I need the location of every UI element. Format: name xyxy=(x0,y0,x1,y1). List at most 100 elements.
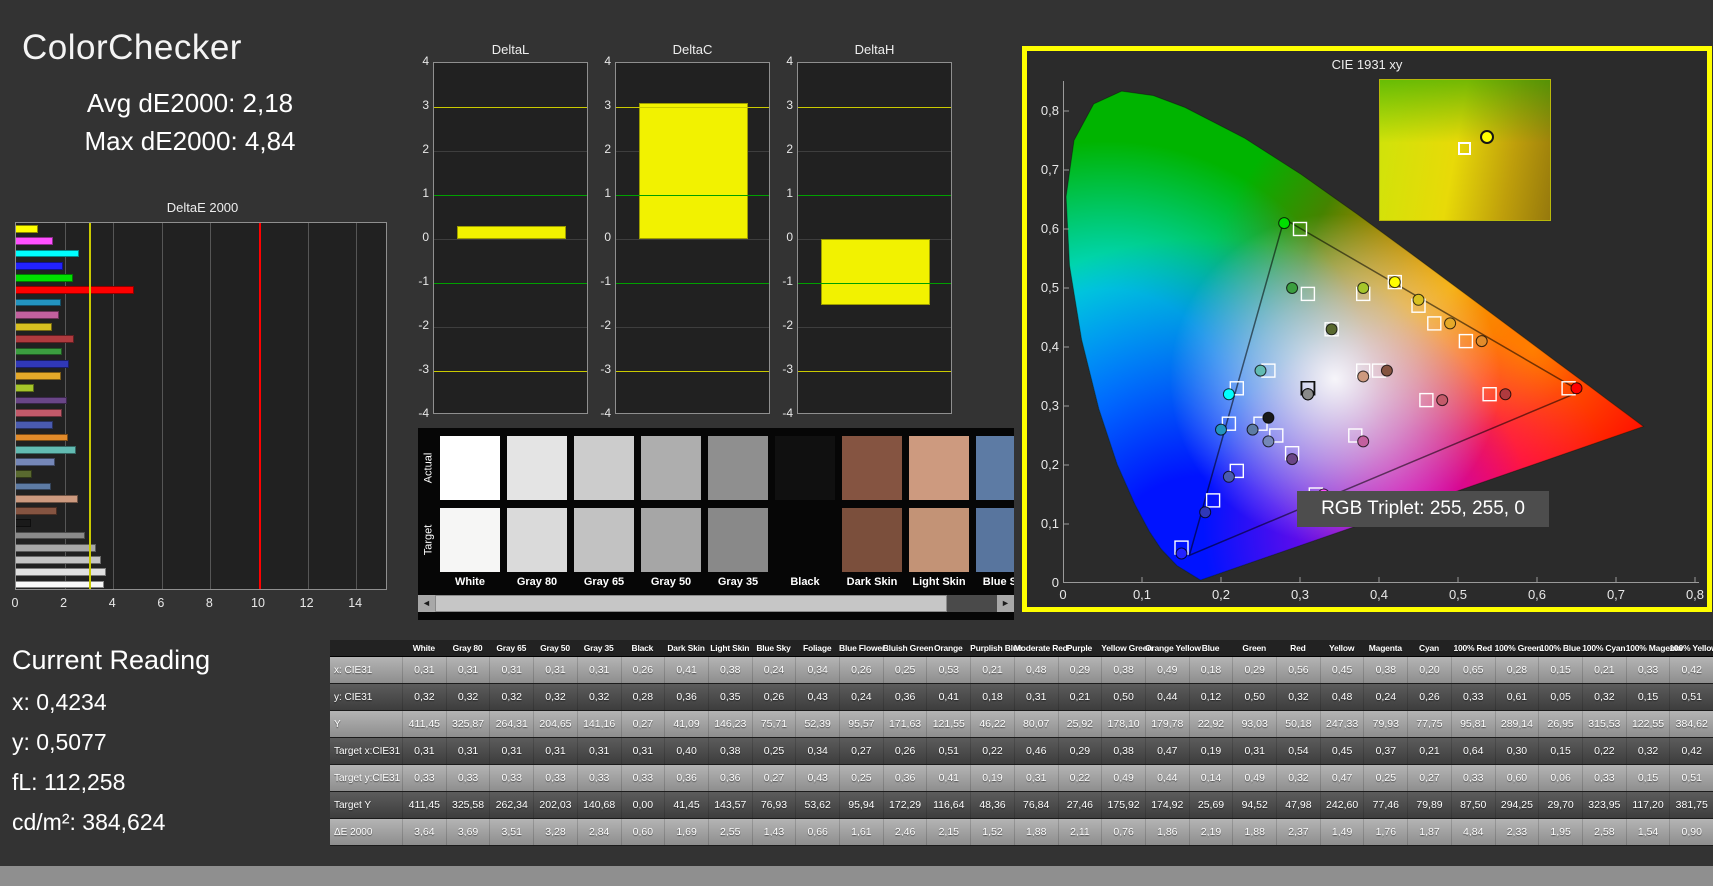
swatch-target-blue-sky[interactable] xyxy=(976,508,1014,572)
scrollbar-thumb[interactable] xyxy=(435,595,947,612)
cie-x-tick-label: 0,4 xyxy=(1369,587,1389,602)
table-cell: 0,15 xyxy=(1625,765,1670,791)
table-cell: 0,27 xyxy=(1407,765,1451,791)
deltae2000-chart[interactable]: DeltaE 2000 0 2 4 6 8 10 12 14 xyxy=(10,200,395,618)
swatch-actual-blue-sky[interactable] xyxy=(976,436,1014,500)
delta-y-tick-label: 1 xyxy=(786,186,793,200)
table-cell: 3,28 xyxy=(533,819,577,845)
table-cell: 77,46 xyxy=(1363,792,1407,818)
table-cell: 0,27 xyxy=(751,765,796,791)
reading-cdm2: cd/m²: 384,624 xyxy=(12,809,166,835)
swatch-label-gray-35: Gray 35 xyxy=(717,576,759,588)
patch-swatch-strip[interactable]: Actual Target ◄ ► White Gray 80 Gray 65 Gra… xyxy=(418,428,1014,620)
swatch-target-gray-80[interactable] xyxy=(507,508,567,572)
table-cell: 0,28 xyxy=(1494,657,1539,683)
deltae2000-x-axis: 0 2 4 6 8 10 12 14 xyxy=(11,596,395,612)
table-cell: 0,34 xyxy=(795,738,839,764)
table-cell: 122,55 xyxy=(1625,711,1670,737)
cie-1931-panel[interactable]: CIE 1931 xy 0 0,1 0,2 0,3 0,4 0,5 0,6 0,7 0,8 0 0… xyxy=(1022,46,1712,612)
swatch-actual-gray-65[interactable] xyxy=(574,436,634,500)
cie-measured-100-yellow xyxy=(1388,276,1401,289)
swatch-target-gray-50[interactable] xyxy=(641,508,701,572)
swatch-actual-dark-skin[interactable] xyxy=(842,436,902,500)
delta-y-tick-label: 2 xyxy=(604,142,611,156)
table-cell: 0,27 xyxy=(839,738,883,764)
table-cell: 0,25 xyxy=(839,765,883,791)
table-cell: 0,38 xyxy=(1101,738,1145,764)
table-cell: 2,37 xyxy=(1276,819,1320,845)
table-cell: 0,36 xyxy=(664,765,708,791)
table-cell: 1,69 xyxy=(664,819,708,845)
de-gridline xyxy=(210,223,212,589)
swatch-target-gray-65[interactable] xyxy=(574,508,634,572)
scroll-left-arrow-icon[interactable]: ◄ xyxy=(418,595,435,612)
table-cell: 0,22 xyxy=(970,738,1014,764)
table-cell: 0,34 xyxy=(795,657,839,683)
de-bar-foliage xyxy=(16,470,33,479)
table-cell: 0,31 xyxy=(445,738,490,764)
table-cell: 0,43 xyxy=(795,765,839,791)
table-column-header-cyan: Cyan xyxy=(1419,643,1440,653)
swatch-target-dark-skin[interactable] xyxy=(842,508,902,572)
cie-x-tick-label: 0,7 xyxy=(1606,587,1626,602)
table-cell: 95,94 xyxy=(839,792,883,818)
table-cell: 0,48 xyxy=(1319,684,1364,710)
de-bar-yellow xyxy=(16,323,53,331)
swatch-actual-gray-50[interactable] xyxy=(641,436,701,500)
de-x-tick-label: 14 xyxy=(348,596,363,610)
table-cell: 0,50 xyxy=(1232,684,1276,710)
de-reference-line xyxy=(259,223,261,589)
cie-measured-dark-skin xyxy=(1380,364,1393,377)
cie-x-tick-label: 0,8 xyxy=(1685,587,1705,602)
table-cell: 0,36 xyxy=(882,765,927,791)
cie-measured-black xyxy=(1262,411,1275,424)
swatch-actual-gray-80[interactable] xyxy=(507,436,567,500)
table-cell: 0,21 xyxy=(1407,738,1451,764)
table-cell: 0,36 xyxy=(882,684,927,710)
table-row-y: Y 411,45 325,87 264,31 204,65 141,16 0,27 41,09… xyxy=(330,711,1713,738)
de-bar-white xyxy=(16,580,105,589)
table-cell: 0,24 xyxy=(839,684,883,710)
table-cell: 41,45 xyxy=(664,792,708,818)
de-reference-line xyxy=(88,223,91,589)
table-cell: 121,55 xyxy=(926,711,970,737)
delta-y-tick-label: -3 xyxy=(782,362,793,376)
table-cell: 0,26 xyxy=(751,684,796,710)
swatch-actual-white[interactable] xyxy=(440,436,500,500)
delta-c-chart[interactable]: DeltaC 4 3 2 1 0 -1 -2 -3 -4 xyxy=(585,42,770,420)
delta-y-tick-label: 0 xyxy=(604,230,611,244)
de-gridline xyxy=(161,223,163,589)
dc-bar xyxy=(639,102,748,239)
swatch-actual-light-skin[interactable] xyxy=(909,436,969,500)
delta-l-chart[interactable]: DeltaL 4 3 2 1 0 -1 -2 -3 -4 xyxy=(403,42,588,420)
scroll-right-arrow-icon[interactable]: ► xyxy=(997,595,1014,612)
delta-y-tick-label: -2 xyxy=(782,318,793,332)
swatch-actual-black[interactable] xyxy=(775,436,835,500)
swatch-target-black[interactable] xyxy=(775,508,835,572)
table-cell: 0,38 xyxy=(1363,657,1407,683)
table-row-label: y: CIE31 xyxy=(334,692,373,703)
table-cell: 0,31 xyxy=(489,738,533,764)
delta-reference-line xyxy=(798,283,951,284)
table-cell: 0,18 xyxy=(1188,657,1233,683)
table-column-header-100-magenta: 100% Magenta xyxy=(1625,643,1682,653)
delta-h-plot-area xyxy=(797,62,952,414)
swatch-actual-gray-35[interactable] xyxy=(708,436,768,500)
swatch-scrollbar[interactable]: ◄ ► xyxy=(418,595,1014,612)
cie-y-tick-label: 0,2 xyxy=(1040,457,1059,472)
delta-h-chart[interactable]: DeltaH 4 3 2 1 0 -1 -2 -3 -4 xyxy=(767,42,952,420)
table-cell: 0,28 xyxy=(620,684,665,710)
delta-y-tick-label: -2 xyxy=(418,318,429,332)
table-cell: 0,31 xyxy=(533,657,577,683)
swatch-target-light-skin[interactable] xyxy=(909,508,969,572)
table-row-label: x: CIE31 xyxy=(334,665,373,676)
swatch-target-white[interactable] xyxy=(440,508,500,572)
dl-bar xyxy=(457,225,566,239)
table-cell: 202,03 xyxy=(533,792,577,818)
swatch-target-gray-35[interactable] xyxy=(708,508,768,572)
cie-y-tick-label: 0,4 xyxy=(1040,339,1059,354)
de-x-tick-label: 0 xyxy=(11,596,19,610)
de-gridline xyxy=(356,223,358,589)
table-cell: 0,31 xyxy=(1013,684,1058,710)
table-cell: 0,26 xyxy=(1407,684,1451,710)
